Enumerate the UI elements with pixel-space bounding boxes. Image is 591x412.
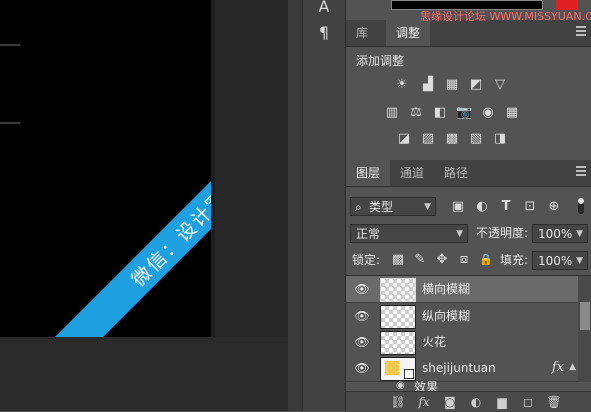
layer-name: 横向模糊: [422, 282, 471, 296]
brightness-contrast-icon[interactable]: ☀: [394, 78, 410, 92]
search-icon: ⌕: [355, 200, 362, 214]
watermark-text: 思缘设计论坛 WWW.MISSYUAN.COM: [420, 10, 591, 23]
layer-thumbnail: [380, 331, 416, 355]
new-group-icon[interactable]: ▆: [494, 394, 510, 410]
new-adjustment-layer-icon[interactable]: ◐: [468, 394, 484, 410]
posterize-icon[interactable]: ▨: [420, 132, 436, 146]
panel-menu-icon[interactable]: [576, 26, 586, 38]
tab-paths[interactable]: 路径: [434, 160, 478, 186]
visibility-eye-icon[interactable]: 👁: [354, 361, 370, 375]
exposure-icon[interactable]: ◩: [468, 78, 484, 92]
pixel-filter-icon[interactable]: ▣: [450, 200, 466, 214]
lock-label: 锁定:: [352, 253, 381, 267]
chevron-down-icon: ▼: [456, 229, 463, 239]
threshold-icon[interactable]: ▩: [444, 132, 460, 146]
lock-all-icon[interactable]: 🔒: [478, 253, 494, 267]
adjustment-filter-icon[interactable]: ◐: [474, 200, 490, 214]
opacity-input[interactable]: 100% ▼: [532, 224, 588, 243]
chevron-down-icon: ▼: [424, 202, 431, 212]
type-filter-icon[interactable]: T: [498, 200, 514, 214]
layer-filter-select[interactable]: ⌕ 类型 ▼: [350, 197, 436, 216]
layer-row[interactable]: 👁 火花: [346, 329, 578, 356]
link-layers-icon[interactable]: ⛓: [390, 394, 406, 410]
new-layer-icon[interactable]: ◻: [520, 394, 536, 410]
black-white-icon[interactable]: ◧: [432, 106, 448, 120]
layers-bottom-toolbar: ⛓ fx ◙ ◐ ▆ ◻ 🗑: [346, 391, 591, 412]
smart-object-badge-icon: [404, 369, 414, 379]
document-edge: [211, 0, 215, 337]
filter-value: 类型: [369, 200, 394, 214]
document-canvas[interactable]: 微信：设计军团: [0, 0, 211, 337]
banner-text: 微信：设计军团: [46, 90, 211, 337]
layer-name: 纵向模糊: [422, 309, 471, 323]
delete-layer-icon[interactable]: 🗑: [546, 394, 562, 410]
layer-effects-icon[interactable]: fx: [552, 355, 564, 381]
channel-mixer-icon[interactable]: ◉: [480, 106, 496, 120]
expand-effects-chevron-icon[interactable]: ▲: [569, 362, 576, 372]
lock-transparent-pixels-icon[interactable]: ▩: [390, 253, 406, 267]
smart-object-thumbnail: [380, 357, 416, 381]
vibrance-icon[interactable]: ▽: [492, 78, 508, 92]
effect-eye-icon[interactable]: ◉: [396, 381, 405, 391]
paragraph-panel-icon[interactable]: ¶: [313, 22, 335, 44]
hue-saturation-icon[interactable]: ▥: [384, 106, 400, 120]
opacity-label: 不透明度:: [476, 226, 529, 240]
canvas-area[interactable]: 微信：设计军团: [0, 0, 288, 411]
color-lookup-icon[interactable]: ▦: [504, 106, 520, 120]
fill-value: 100%: [538, 254, 573, 268]
lock-artboard-icon[interactable]: ⧈: [456, 253, 472, 267]
canvas-pasteboard: [0, 337, 288, 411]
smart-object-filter-icon[interactable]: ⊕: [546, 200, 562, 214]
effects-label: 效果: [414, 381, 439, 391]
layer-row[interactable]: 👁 横向模糊: [346, 276, 578, 303]
layer-name: shejijuntuan: [422, 361, 496, 375]
opacity-value: 100%: [538, 227, 573, 241]
layer-thumbnail: [380, 278, 416, 302]
layers-panel-header: 图层 通道 路径: [346, 160, 591, 187]
layers-scrollbar-thumb[interactable]: [580, 302, 590, 330]
filter-toggle[interactable]: [578, 198, 584, 214]
levels-icon[interactable]: ▟: [420, 78, 436, 92]
blend-mode-value: 正常: [356, 227, 381, 241]
thumbnail-art: [385, 361, 399, 375]
visibility-eye-icon[interactable]: 👁: [354, 335, 370, 349]
tab-layers[interactable]: 图层: [346, 160, 391, 186]
fill-label: 填充:: [500, 253, 529, 267]
visibility-eye-icon[interactable]: 👁: [354, 309, 370, 323]
guide-line: [0, 122, 20, 124]
effects-row[interactable]: ◉ 效果: [346, 381, 578, 391]
lock-position-icon[interactable]: ✥: [434, 253, 450, 267]
lock-image-pixels-icon[interactable]: ✎: [412, 253, 428, 267]
layer-thumbnail: [380, 305, 416, 329]
chevron-down-icon: ▼: [576, 229, 583, 239]
tab-library[interactable]: 库: [346, 20, 378, 46]
add-layer-style-icon[interactable]: fx: [416, 394, 432, 410]
fill-input[interactable]: 100% ▼: [532, 251, 588, 270]
guide-line: [0, 44, 20, 46]
panel-divider[interactable]: [288, 0, 302, 411]
selective-color-icon[interactable]: ▧: [468, 132, 484, 146]
layer-row[interactable]: 👁 纵向模糊: [346, 303, 578, 330]
character-panel-icon[interactable]: A: [313, 0, 335, 18]
add-adjustment-title: 添加调整: [356, 54, 405, 68]
photo-filter-icon[interactable]: 📷: [456, 106, 472, 120]
color-balance-icon[interactable]: ⚖: [408, 106, 424, 120]
add-mask-icon[interactable]: ◙: [442, 394, 458, 410]
layer-name: 火花: [422, 335, 447, 349]
chevron-down-icon: ▼: [576, 256, 583, 266]
tab-channels[interactable]: 通道: [390, 160, 434, 186]
blend-mode-select[interactable]: 正常 ▼: [350, 224, 468, 243]
layer-row[interactable]: 👁 shejijuntuan fx ▲: [346, 355, 578, 382]
collapsed-panel-strip: A ¶: [302, 0, 345, 411]
right-panel-column: 库 调整 添加调整 ☀ ▟ ▦ ◩ ▽ ▥ ⚖ ◧ 📷 ◉ ▦ ◪ ▨ ▩ ▧ …: [345, 0, 591, 412]
adjustments-panel-header: 库 调整: [346, 20, 591, 47]
invert-icon[interactable]: ◪: [396, 132, 412, 146]
curves-icon[interactable]: ▦: [444, 78, 460, 92]
gradient-map-icon[interactable]: ◨: [492, 132, 508, 146]
visibility-eye-icon[interactable]: 👁: [354, 282, 370, 296]
panel-menu-icon[interactable]: [576, 166, 586, 178]
shape-filter-icon[interactable]: ⊡: [522, 200, 538, 214]
